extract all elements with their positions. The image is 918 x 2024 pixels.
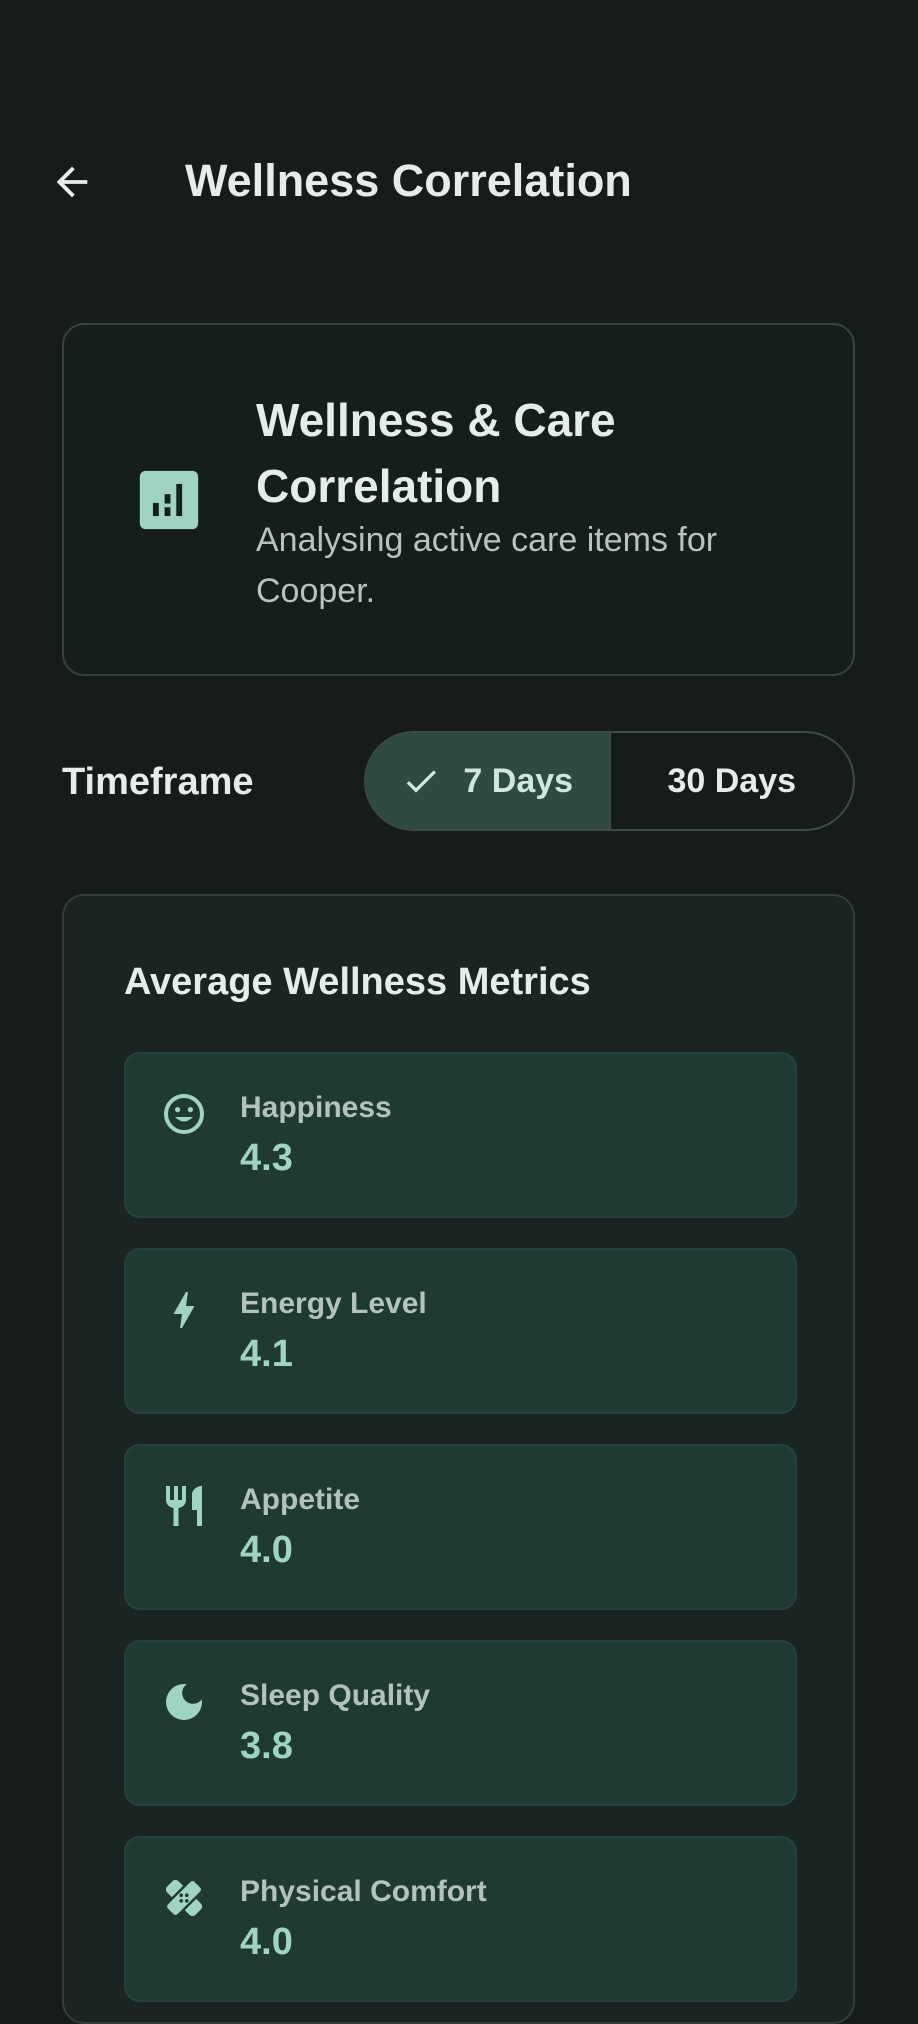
back-button[interactable] [30, 140, 114, 224]
metrics-title: Average Wellness Metrics [124, 961, 591, 1003]
metric-label: Sleep Quality [240, 1679, 431, 1712]
summary-card-subtitle: Analysing active care items for Cooper. [256, 521, 718, 610]
summary-card: Wellness & Care Correlation Analysing ac… [62, 323, 855, 676]
timeframe-segmented-control: 7 Days 30 Days [364, 731, 855, 831]
metric-value: 4.0 [240, 1529, 293, 1571]
wellness-metrics-card: Average Wellness Metrics Happiness 4.3 E… [62, 894, 855, 2024]
metric-label: Happiness [240, 1091, 392, 1124]
bar-chart-icon [139, 470, 199, 530]
timeframe-option-30-days[interactable]: 30 Days [611, 733, 854, 829]
metric-tile-appetite: Appetite 4.0 [124, 1444, 797, 1610]
bandage-icon [164, 1878, 204, 1918]
metric-value: 4.0 [240, 1921, 293, 1963]
app-bar: Wellness Correlation [0, 120, 918, 240]
timeframe-option-7-days[interactable]: 7 Days [366, 733, 611, 829]
check-icon [407, 770, 437, 793]
summary-card-title: Wellness & Care Correlation [256, 394, 616, 512]
metric-value: 4.1 [240, 1333, 293, 1375]
metric-label: Energy Level [240, 1287, 427, 1320]
metric-label: Appetite [240, 1483, 360, 1516]
metric-value: 4.3 [240, 1137, 293, 1179]
page-title: Wellness Correlation [185, 155, 632, 206]
moon-icon [166, 1684, 202, 1720]
metric-tile-happiness: Happiness 4.3 [124, 1052, 797, 1218]
metric-label: Physical Comfort [240, 1875, 487, 1908]
timeframe-option-label: 30 Days [667, 761, 797, 800]
metric-tile-energy-level: Energy Level 4.1 [124, 1248, 797, 1414]
fork-knife-icon [166, 1486, 202, 1526]
timeframe-option-label: 7 Days [463, 761, 574, 800]
metric-tile-sleep-quality: Sleep Quality 3.8 [124, 1640, 797, 1806]
metric-tile-physical-comfort: Physical Comfort 4.0 [124, 1836, 797, 2002]
arrow-back-icon [56, 166, 88, 198]
metric-value: 3.8 [240, 1725, 293, 1767]
lightning-icon [174, 1292, 195, 1328]
happy-face-icon [164, 1094, 204, 1134]
timeframe-label: Timeframe [62, 761, 254, 803]
